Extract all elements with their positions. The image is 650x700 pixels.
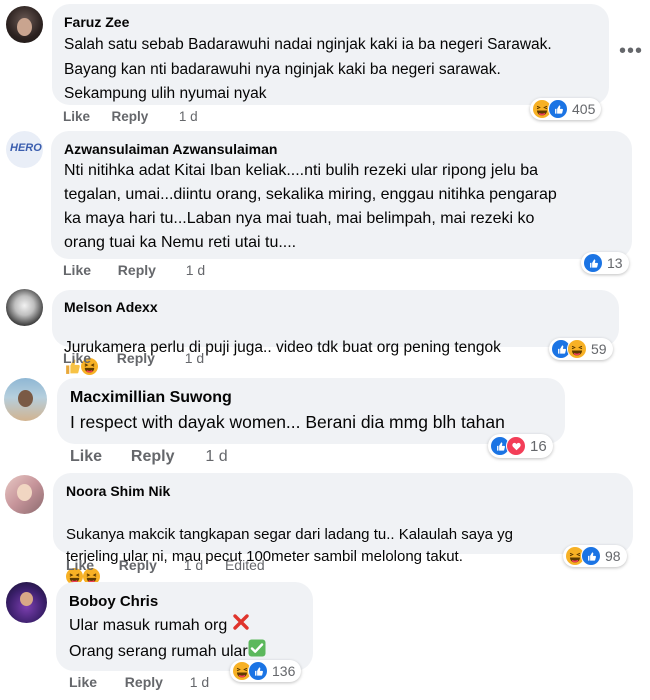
like-button[interactable]: Like	[63, 262, 91, 278]
reaction-summary[interactable]: 13	[581, 252, 629, 274]
comment-author[interactable]: Noora Shim Nik	[66, 483, 170, 499]
timestamp[interactable]: 1 d	[179, 109, 198, 124]
avatar[interactable]	[6, 6, 43, 43]
reaction-summary[interactable]: 59	[549, 338, 613, 360]
comment-author[interactable]: Macximillian Suwong	[70, 389, 232, 407]
edited-label[interactable]: Edited	[225, 557, 265, 573]
comment-actions: Like Reply 1 d	[69, 674, 209, 690]
comment-text: Salah satu sebab Badarawuhi nadai nginja…	[64, 36, 552, 102]
reaction-summary[interactable]: 136	[230, 660, 302, 682]
reaction-count: 59	[591, 341, 607, 357]
comment-author[interactable]: Boboy Chris	[69, 593, 158, 610]
comment-author[interactable]: Melson Adexx	[64, 299, 158, 315]
avatar[interactable]	[5, 475, 44, 514]
love-reaction-icon	[506, 436, 526, 456]
comment-actions: Like Reply 1 d	[70, 448, 228, 466]
more-options-icon[interactable]: •••	[619, 40, 643, 63]
reaction-count: 13	[607, 255, 623, 271]
comment-text: Ular masuk rumah org Orang serang rumah …	[69, 613, 266, 665]
comment-actions: Like Reply 1 d	[63, 350, 204, 366]
reply-button[interactable]: Reply	[131, 448, 175, 466]
comment-actions: Like Reply 1 d	[63, 109, 198, 124]
timestamp[interactable]: 1 d	[185, 350, 204, 366]
timestamp[interactable]: 1 d	[190, 674, 209, 690]
reaction-count: 98	[605, 548, 621, 564]
comment-author[interactable]: Azwansulaiman Azwansulaiman	[64, 141, 277, 157]
like-reaction-icon	[583, 253, 603, 273]
haha-reaction-icon	[567, 339, 587, 359]
reaction-summary[interactable]: 405	[530, 98, 602, 120]
comment-text: Sukanya makcik tangkapan segar dari lada…	[66, 502, 513, 592]
comment-actions: Like Reply 1 d	[63, 262, 205, 278]
red-cross-mark-icon	[232, 613, 250, 639]
like-button[interactable]: Like	[63, 109, 90, 124]
avatar[interactable]	[4, 378, 47, 421]
reaction-count: 136	[272, 663, 296, 679]
reply-button[interactable]: Reply	[117, 350, 155, 366]
avatar[interactable]	[6, 289, 43, 326]
comment-text: Nti nitihka adat Kitai Iban keliak....nt…	[64, 162, 557, 251]
comment-text-line: Orang serang rumah ular	[69, 643, 248, 661]
reaction-count: 16	[530, 437, 547, 455]
reaction-summary[interactable]: 16	[488, 434, 553, 458]
reply-button[interactable]: Reply	[112, 109, 149, 124]
reaction-summary[interactable]: 98	[563, 545, 627, 567]
timestamp[interactable]: 1 d	[186, 262, 205, 278]
comment-actions: Like Reply 1 d Edited	[66, 557, 265, 573]
reply-button[interactable]: Reply	[118, 262, 156, 278]
like-button[interactable]: Like	[66, 557, 94, 573]
comment-text-line: Ular masuk rumah org	[69, 617, 228, 635]
timestamp[interactable]: 1 d	[205, 448, 227, 466]
like-reaction-icon	[581, 546, 601, 566]
timestamp[interactable]: 1 d	[184, 557, 203, 573]
avatar[interactable]	[6, 582, 47, 623]
reaction-count: 405	[572, 101, 596, 117]
reply-button[interactable]: Reply	[125, 674, 163, 690]
avatar[interactable]: HERO	[6, 131, 43, 168]
like-reaction-icon	[248, 661, 268, 681]
comment-author[interactable]: Faruz Zee	[64, 14, 129, 30]
like-button[interactable]: Like	[69, 674, 97, 690]
like-reaction-icon	[548, 99, 568, 119]
reply-button[interactable]: Reply	[119, 557, 157, 573]
like-button[interactable]: Like	[70, 448, 102, 466]
comment-text: I respect with dayak women... Berani dia…	[70, 412, 505, 432]
like-button[interactable]: Like	[63, 350, 91, 366]
